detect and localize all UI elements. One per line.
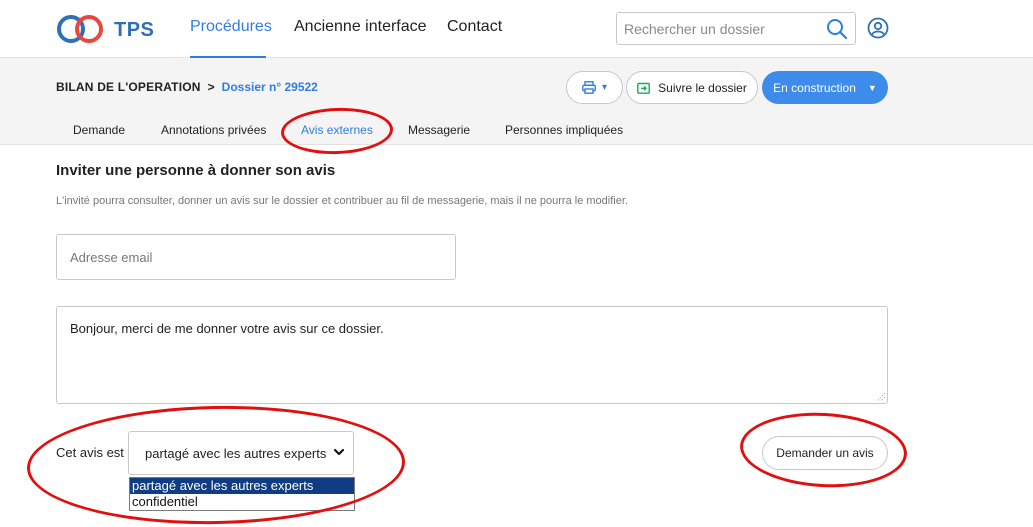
tps-logo-icon <box>57 15 103 43</box>
follow-dossier-label: Suivre le dossier <box>658 80 747 95</box>
tab-demande[interactable]: Demande <box>73 123 125 137</box>
logo-text: TPS <box>114 19 155 41</box>
confidentiality-label: Cet avis est <box>56 445 124 460</box>
tab-avis-externes[interactable]: Avis externes <box>301 123 373 137</box>
breadcrumb-dossier[interactable]: Dossier n° 29522 <box>222 80 318 94</box>
confidentiality-select[interactable]: partagé avec les autres experts <box>128 431 354 475</box>
nav-ancienne-interface[interactable]: Ancienne interface <box>294 18 427 36</box>
request-opinion-button[interactable]: Demander un avis <box>762 436 888 470</box>
user-circle-icon[interactable] <box>867 17 889 39</box>
printer-icon <box>582 81 596 94</box>
breadcrumb-procedure[interactable]: BILAN DE L'OPERATION <box>56 80 201 94</box>
form-hint: L'invité pourra consulter, donner un avi… <box>56 195 628 207</box>
nav-contact[interactable]: Contact <box>447 18 502 36</box>
nav-procedures[interactable]: Procédures <box>190 18 272 36</box>
search-box <box>616 12 856 45</box>
caret-down-icon: ▼ <box>867 82 877 93</box>
search-input[interactable] <box>624 19 819 39</box>
print-button[interactable]: ▾ <box>566 71 623 104</box>
top-header: TPS Procédures Ancienne interface Contac… <box>0 0 1033 58</box>
search-icon[interactable] <box>826 18 848 40</box>
follow-dossier-button[interactable]: Suivre le dossier <box>626 71 758 104</box>
follow-icon <box>637 82 651 94</box>
message-textarea[interactable]: Bonjour, merci de me donner votre avis s… <box>56 306 888 404</box>
email-field[interactable] <box>56 234 456 280</box>
status-label: En construction <box>773 80 856 95</box>
option-confidentiel[interactable]: confidentiel <box>130 494 354 510</box>
chevron-down-icon: ▾ <box>601 82 608 93</box>
dossier-tabs: Demande Annotations privées Avis externe… <box>0 123 1033 145</box>
tps-logo[interactable]: TPS <box>56 12 156 46</box>
confidentiality-selected-value: partagé avec les autres experts <box>145 446 327 461</box>
breadcrumb: BILAN DE L'OPERATION > Dossier n° 29522 <box>56 80 318 94</box>
chevron-down-icon <box>333 448 345 456</box>
option-partage[interactable]: partagé avec les autres experts <box>130 478 354 494</box>
status-dropdown-button[interactable]: En construction ▼ <box>762 71 888 104</box>
confidentiality-options-list: partagé avec les autres experts confiden… <box>129 477 355 511</box>
tab-messagerie[interactable]: Messagerie <box>408 123 470 137</box>
section-title: Inviter une personne à donner son avis <box>56 162 336 179</box>
resize-handle-icon[interactable] <box>875 391 886 402</box>
tab-personnes-impliquees[interactable]: Personnes impliquées <box>505 123 623 137</box>
dossier-header: BILAN DE L'OPERATION > Dossier n° 29522 … <box>0 58 1033 145</box>
breadcrumb-separator: > <box>207 80 215 94</box>
tab-annotations-privees[interactable]: Annotations privées <box>161 123 266 137</box>
